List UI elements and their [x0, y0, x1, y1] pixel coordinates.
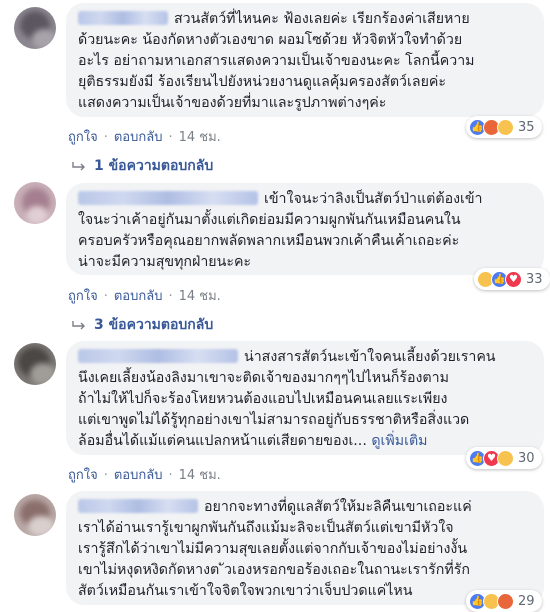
- love-icon: ♥: [505, 270, 522, 288]
- comment-bubble: เข้าใจนะว่าลิงเป็นสัตว์ป่าแต่ต้องเข้า ใจ…: [66, 183, 544, 275]
- reply-arrow-icon: [72, 321, 85, 330]
- reply-link[interactable]: ตอบกลับ: [114, 468, 163, 483]
- reaction-summary[interactable]: 👍 ♥ 33: [474, 268, 550, 290]
- reaction-summary[interactable]: 👍 35: [466, 116, 542, 138]
- comment-bubble: อยากจะทางที่ดูแลสัตว์ให้มะลิคืนเขาเถอะแค…: [66, 491, 544, 605]
- commenter-name[interactable]: [78, 191, 258, 205]
- haha-icon: [497, 449, 514, 467]
- comment-bubble: สวนสัตว์ที่ไหนคะ ฟ้องเลยค่ะ เรียกร้องค่า…: [66, 3, 544, 117]
- reply-link[interactable]: ตอบกลับ: [114, 130, 163, 145]
- reaction-count: 33: [526, 271, 543, 287]
- timestamp[interactable]: 14 ชม.: [179, 468, 221, 483]
- reply-arrow-icon: [72, 162, 85, 171]
- like-link[interactable]: ถูกใจ: [68, 289, 98, 304]
- view-replies-link[interactable]: 1 ข้อความตอบกลับ: [72, 155, 213, 177]
- see-more-link[interactable]: ดูเพิ่มเติม: [371, 433, 427, 449]
- view-replies-link[interactable]: 3 ข้อความตอบกลับ: [72, 314, 213, 336]
- reaction-summary[interactable]: 👍 ♥ 30: [466, 447, 542, 469]
- like-link[interactable]: ถูกใจ: [68, 468, 98, 483]
- avatar[interactable]: [14, 494, 56, 536]
- reaction-count: 29: [518, 593, 535, 609]
- comment-bubble: น่าสงสารสัตว์นะเข้าใจคนเลี้ยงด้วยเราคน น…: [66, 341, 544, 455]
- reaction-count: 35: [518, 119, 535, 135]
- commenter-name[interactable]: [78, 11, 168, 25]
- comment-actions: ถูกใจ · ตอบกลับ · 14 ชม.: [68, 130, 221, 145]
- sad-icon: [497, 118, 514, 136]
- reaction-summary[interactable]: 👍 29: [466, 590, 542, 612]
- avatar[interactable]: [14, 7, 56, 49]
- timestamp[interactable]: 14 ชม.: [179, 289, 221, 304]
- avatar[interactable]: [14, 343, 56, 385]
- reply-link[interactable]: ตอบกลับ: [114, 289, 163, 304]
- comment-actions: ถูกใจ · ตอบกลับ · 14 ชม.: [68, 468, 221, 483]
- commenter-name[interactable]: [78, 349, 238, 363]
- comment-actions: ถูกใจ · ตอบกลับ · 14 ชม.: [68, 289, 221, 304]
- commenter-name[interactable]: [78, 499, 198, 513]
- like-link[interactable]: ถูกใจ: [68, 130, 98, 145]
- avatar[interactable]: [14, 182, 56, 224]
- reaction-count: 30: [518, 450, 535, 466]
- angry-icon: [497, 592, 514, 610]
- timestamp[interactable]: 14 ชม.: [179, 130, 221, 145]
